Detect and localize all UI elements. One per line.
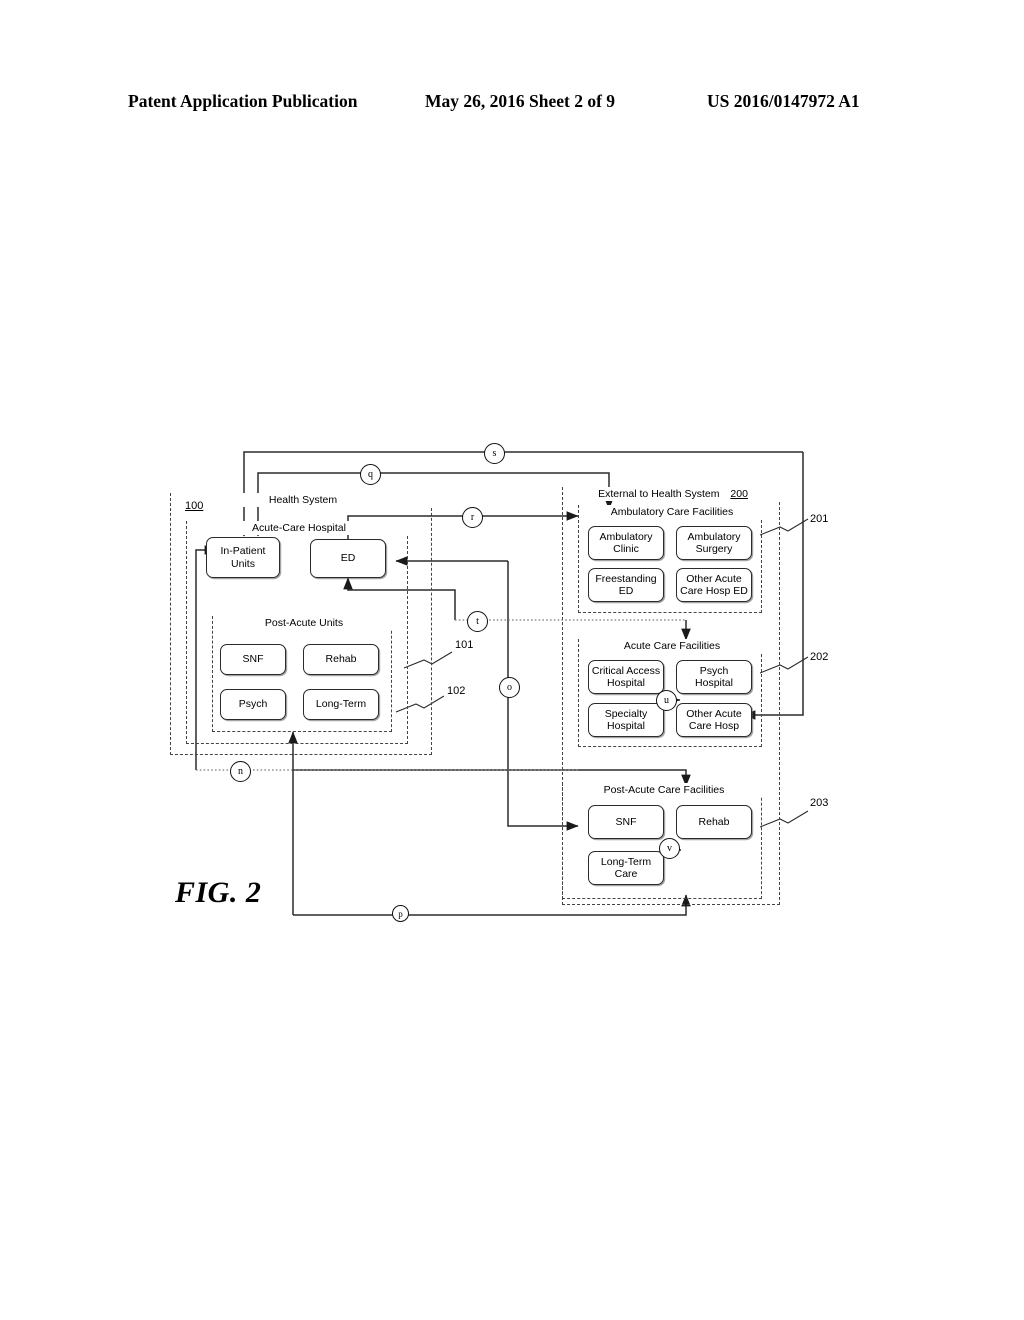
group-external-title: External to Health System 200 xyxy=(563,487,783,501)
ref-200: 200 xyxy=(730,488,748,500)
connector-r-label: r xyxy=(470,512,475,523)
ref-202: 202 xyxy=(810,651,829,663)
node-freestanding-ed[interactable]: Freestanding ED xyxy=(588,568,664,602)
node-ambulatory-surgery-label: Ambulatory Surgery xyxy=(687,530,741,556)
connector-n: n xyxy=(230,761,251,782)
connector-s: s xyxy=(484,443,505,464)
connector-n-label: n xyxy=(238,766,243,777)
node-pau-long-term[interactable]: Long-Term xyxy=(303,689,379,720)
connector-u-label: u xyxy=(664,695,669,706)
node-pacf-rehab-label: Rehab xyxy=(698,815,730,828)
node-in-patient-units[interactable]: In-Patient Units xyxy=(206,537,280,578)
node-ambulatory-surgery[interactable]: Ambulatory Surgery xyxy=(676,526,752,560)
ref-101: 101 xyxy=(455,639,474,651)
node-psych-hospital-label: Psych Hospital xyxy=(695,664,733,690)
connector-o-label: o xyxy=(507,682,512,693)
node-psych-hospital[interactable]: Psych Hospital xyxy=(676,660,752,694)
figure-label: FIG. 2 xyxy=(175,876,262,909)
node-pau-rehab[interactable]: Rehab xyxy=(303,644,379,675)
connector-v: v xyxy=(659,838,680,859)
node-ambulatory-clinic[interactable]: Ambulatory Clinic xyxy=(588,526,664,560)
node-other-acute-care-hosp-ed[interactable]: Other Acute Care Hosp ED xyxy=(676,568,752,602)
node-pau-rehab-label: Rehab xyxy=(325,653,357,666)
group-acute-facilities-title: Acute Care Facilities xyxy=(579,639,765,653)
connector-u: u xyxy=(656,690,677,711)
node-specialty-hospital[interactable]: Specialty Hospital xyxy=(588,703,664,737)
node-pau-long-term-label: Long-Term xyxy=(315,698,367,711)
node-critical-access-hospital[interactable]: Critical Access Hospital xyxy=(588,660,664,694)
node-pacf-snf-label: SNF xyxy=(615,815,637,828)
group-post-acute-facilities-title: Post-Acute Care Facilities xyxy=(563,783,765,797)
ref-203: 203 xyxy=(810,797,829,809)
connector-t-label: t xyxy=(476,616,479,627)
connector-t: t xyxy=(467,611,488,632)
connector-r: r xyxy=(462,507,483,528)
node-pacf-rehab[interactable]: Rehab xyxy=(676,805,752,839)
node-pacf-long-term-care[interactable]: Long-Term Care xyxy=(588,851,664,885)
connector-v-label: v xyxy=(667,843,672,854)
connector-p-label: p xyxy=(398,908,403,919)
node-other-acute-care-hosp-label: Other Acute Care Hosp xyxy=(686,707,742,733)
node-other-acute-care-hosp-ed-label: Other Acute Care Hosp ED xyxy=(680,572,748,598)
node-pacf-snf[interactable]: SNF xyxy=(588,805,664,839)
node-critical-access-hospital-label: Critical Access Hospital xyxy=(591,664,661,690)
node-pau-psych-label: Psych xyxy=(238,698,268,711)
group-health-system-title: Health System xyxy=(171,493,435,507)
node-other-acute-care-hosp[interactable]: Other Acute Care Hosp xyxy=(676,703,752,737)
figure-2-diagram: Health System 100 Acute-Care Hospital 10… xyxy=(0,0,1024,1320)
group-external-title-text: External to Health System xyxy=(598,488,720,500)
connector-q-label: q xyxy=(368,469,373,480)
connector-s-label: s xyxy=(492,448,497,459)
node-ambulatory-clinic-label: Ambulatory Clinic xyxy=(599,530,653,556)
connector-p: p xyxy=(392,905,409,922)
node-ed-label: ED xyxy=(340,552,356,565)
ref-100: 100 xyxy=(185,500,204,512)
flow-lines xyxy=(195,451,809,916)
connector-o: o xyxy=(499,677,520,698)
node-specialty-hospital-label: Specialty Hospital xyxy=(604,707,648,733)
node-pau-snf[interactable]: SNF xyxy=(220,644,286,675)
node-pacf-long-term-care-label: Long-Term Care xyxy=(600,855,652,881)
node-pau-snf-label: SNF xyxy=(242,653,264,666)
node-in-patient-units-label: In-Patient Units xyxy=(220,545,266,570)
ref-102: 102 xyxy=(447,685,466,697)
group-ambulatory-title: Ambulatory Care Facilities xyxy=(579,505,765,519)
node-freestanding-ed-label: Freestanding ED xyxy=(595,572,657,598)
group-acute-care-hospital-title: Acute-Care Hospital xyxy=(187,521,411,535)
node-ed[interactable]: ED xyxy=(310,539,386,578)
group-post-acute-units-title: Post-Acute Units xyxy=(213,616,395,630)
connector-q: q xyxy=(360,464,381,485)
node-pau-psych[interactable]: Psych xyxy=(220,689,286,720)
ref-201: 201 xyxy=(810,513,829,525)
